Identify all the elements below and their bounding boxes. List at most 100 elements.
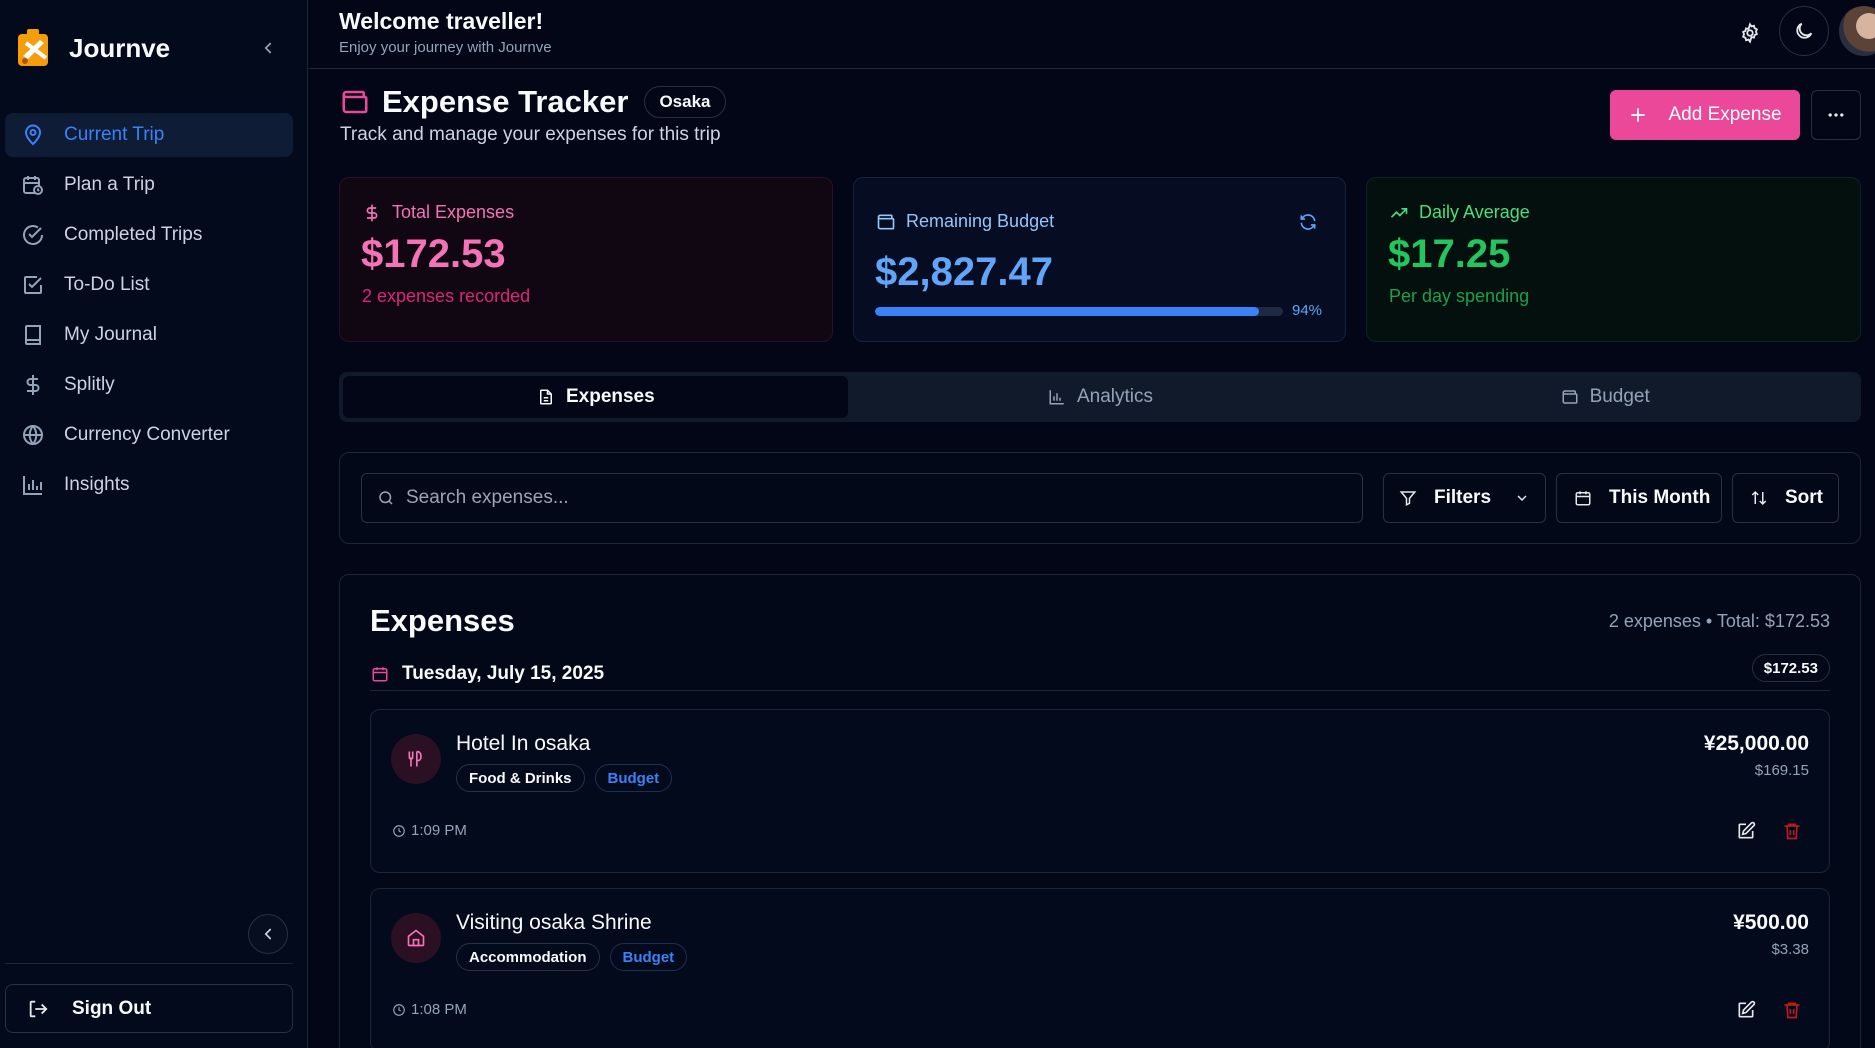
welcome-subtitle: Enjoy your journey with Journve [339,39,552,56]
utensils-icon [391,734,441,784]
log-out-icon [26,997,50,1021]
total-expenses-card: Total Expenses $172.53 2 expenses record… [339,177,833,342]
remaining-budget-card: Remaining Budget $2,827.47 94% [853,177,1346,342]
remaining-budget-value: $2,827.47 [875,250,1053,294]
filters-label: Filters [1434,487,1492,508]
tab-analytics[interactable]: Analytics [848,376,1353,418]
daily-average-value: $17.25 [1388,232,1511,276]
budget-progress-percent: 94% [1292,302,1323,319]
date-group-label: Tuesday, July 15, 2025 [402,662,605,684]
calendar-icon [370,664,390,684]
sort-label: Sort [1785,487,1823,508]
refresh-icon[interactable] [1297,211,1319,233]
total-expenses-sub: 2 expenses recorded [362,286,531,306]
ellipsis-icon [1828,113,1844,117]
expense-name: Hotel In osaka [456,732,591,755]
sidebar-item-plan-a-trip[interactable]: Plan a Trip [5,163,293,207]
date-range-button[interactable]: This Month [1556,473,1722,523]
expense-time: 1:08 PM [391,1001,467,1018]
user-avatar[interactable] [1839,6,1875,56]
category-badge: Food & Drinks [456,764,585,792]
trending-up-icon [1389,203,1409,223]
settings-gear-icon[interactable] [1735,18,1765,48]
sidebar-item-insights[interactable]: Insights [5,463,293,507]
budget-progress-fill [875,307,1259,316]
app-name: Journve [69,32,171,63]
sidebar-item-currency-converter[interactable]: Currency Converter [5,413,293,457]
sort-button[interactable]: Sort [1732,473,1839,523]
category-badge: Accommodation [456,943,600,971]
tab-label: Budget [1589,386,1650,407]
filters-dropdown[interactable]: Filters [1383,473,1546,523]
book-icon [20,322,46,348]
sidebar-item-completed-trips[interactable]: Completed Trips [5,213,293,257]
expense-item[interactable]: Hotel In osaka Food & Drinks Budget ¥25,… [370,709,1830,873]
expense-time-label: 1:09 PM [411,822,467,839]
expenses-title: Expenses [370,603,515,638]
bar-chart-icon [1047,387,1067,407]
add-expense-button[interactable]: Add Expense [1610,90,1800,140]
filter-icon [1398,488,1418,508]
tab-label: Expenses [565,386,655,407]
clock-icon [391,823,407,839]
sidebar-item-splitly[interactable]: Splitly [5,363,293,407]
clock-icon [391,1002,407,1018]
welcome-title: Welcome traveller! [339,8,544,34]
trash-icon[interactable] [1779,997,1805,1023]
collapse-sidebar-icon[interactable] [256,36,280,60]
map-pin-icon [20,122,46,148]
sidebar-item-label: Plan a Trip [64,174,155,195]
chevron-left-icon [264,928,272,940]
tab-budget[interactable]: Budget [1352,376,1857,418]
sidebar-item-todo-list[interactable]: To-Do List [5,263,293,307]
total-expenses-label: Total Expenses [392,202,515,222]
page-subtitle: Track and manage your expenses for this … [340,124,721,145]
tab-expenses[interactable]: Expenses [343,376,848,418]
sidebar-item-label: My Journal [64,324,157,345]
more-options-button[interactable] [1811,90,1861,140]
budget-badge: Budget [594,764,673,792]
sidebar-item-current-trip[interactable]: Current Trip [5,113,293,157]
sidebar-item-label: Insights [64,474,130,495]
expense-name: Visiting osaka Shrine [456,911,652,934]
search-input[interactable] [406,487,1306,509]
sign-out-label: Sign Out [72,997,152,1019]
sidebar-item-label: Completed Trips [64,224,203,245]
expense-amount: ¥25,000.00 [1703,732,1809,755]
calendar-icon [1573,488,1593,508]
expense-item[interactable]: Visiting osaka Shrine Accommodation Budg… [370,888,1830,1048]
file-text-icon [536,387,556,407]
theme-toggle-button[interactable] [1779,6,1829,56]
page-title-row: Expense Tracker Osaka [340,84,726,120]
expense-amount: ¥500.00 [1733,911,1809,934]
chevron-down-icon [1513,489,1531,507]
trash-icon[interactable] [1779,818,1805,844]
sidebar-item-my-journal[interactable]: My Journal [5,313,293,357]
moon-icon [1796,22,1813,39]
date-group-total: $172.53 [1751,654,1830,682]
sidebar-item-label: Splitly [64,374,115,395]
edit-icon[interactable] [1733,997,1759,1023]
expenses-panel: Expenses 2 expenses • Total: $172.53 Tue… [339,574,1861,1048]
tab-label: Analytics [1076,386,1154,407]
expenses-summary: 2 expenses • Total: $172.53 [1608,611,1830,631]
page-title: Expense Tracker [382,84,629,119]
budget-progress-bar [875,307,1283,316]
date-group-header: Tuesday, July 15, 2025 $172.53 [370,654,1830,691]
expense-converted-amount: $169.15 [1754,762,1809,779]
sign-out-button[interactable]: Sign Out [5,984,293,1033]
brand[interactable]: Journve [16,28,170,68]
filter-bar: Filters This Month Sort [339,452,1861,544]
expense-converted-amount: $3.38 [1771,941,1809,958]
date-range-label: This Month [1609,487,1711,508]
sidebar-divider [5,963,293,964]
edit-icon[interactable] [1733,818,1759,844]
expense-time-label: 1:08 PM [411,1001,467,1018]
trip-badge: Osaka [644,86,726,118]
sidebar-item-label: Currency Converter [64,424,230,445]
sidebar-nav: Current Trip Plan a Trip Completed Trips… [5,113,293,513]
wallet-icon [340,87,370,117]
collapse-sidebar-button[interactable] [248,914,288,954]
search-icon [376,488,396,508]
budget-badge: Budget [609,943,688,971]
